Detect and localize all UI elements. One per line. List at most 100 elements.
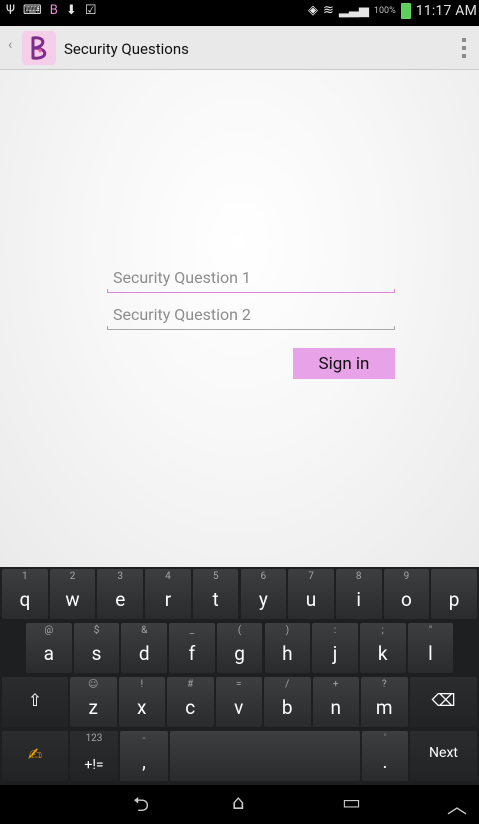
key-label: g bbox=[234, 642, 245, 665]
key-x[interactable]: ! x bbox=[118, 677, 165, 727]
main-content: Sign in bbox=[0, 70, 479, 567]
next-key[interactable]: Next bbox=[410, 731, 477, 781]
logo-b-icon bbox=[31, 36, 47, 60]
key-label: n bbox=[330, 696, 342, 719]
key-label: y bbox=[258, 588, 268, 611]
key-m[interactable]: ? m bbox=[361, 677, 408, 727]
key-hint: 3 bbox=[117, 571, 124, 582]
key-hint: " bbox=[428, 625, 433, 636]
security-question-2-input[interactable] bbox=[107, 300, 395, 328]
swype-key[interactable]: ✍ bbox=[2, 731, 68, 781]
key-e[interactable]: 3e bbox=[97, 569, 144, 619]
shift-key[interactable]: ⇧ bbox=[2, 677, 68, 727]
back-caret-icon[interactable]: ‹ bbox=[8, 37, 12, 53]
overflow-menu-icon[interactable] bbox=[461, 38, 467, 58]
key-hint: 5 bbox=[212, 571, 219, 582]
key-c[interactable]: # c bbox=[167, 677, 214, 727]
key-g[interactable]: (g bbox=[216, 623, 263, 673]
key-hint: ( bbox=[237, 625, 242, 636]
keyboard-row-3: ⇧ ⌫ ☺ z! x # c = v / b + n? m bbox=[0, 677, 479, 731]
period-key[interactable]: ' . bbox=[362, 731, 408, 781]
key-label: l bbox=[428, 642, 433, 665]
key-hint: 8 bbox=[355, 571, 362, 582]
key-hint: 7 bbox=[308, 571, 314, 582]
key-label: m bbox=[375, 696, 393, 719]
status-bar: Ψ ⌨ B ⬇ ☑ ◈ ≋ ▂▃▅ 100% 11:17 AM bbox=[0, 0, 479, 26]
action-bar: ‹ Security Questions bbox=[0, 26, 479, 70]
next-label: Next bbox=[429, 745, 458, 761]
key-label: d bbox=[138, 642, 150, 665]
backspace-icon: ⌫ bbox=[431, 691, 456, 711]
key-r[interactable]: 4r bbox=[145, 569, 191, 619]
key-hint: ; bbox=[381, 625, 384, 636]
home-icon[interactable]: ⌂ bbox=[232, 790, 245, 814]
key-n[interactable]: + n bbox=[312, 677, 359, 727]
space-key[interactable] bbox=[170, 731, 360, 781]
key-b[interactable]: / b bbox=[264, 677, 311, 727]
page-title: Security Questions bbox=[64, 40, 189, 58]
key-label: e bbox=[115, 588, 126, 611]
key-hint: + bbox=[332, 679, 339, 690]
key-y[interactable]: 6y bbox=[240, 569, 287, 619]
app-logo-icon[interactable] bbox=[22, 31, 56, 65]
key-hint: : bbox=[333, 625, 337, 636]
symbols-key[interactable]: 123 +!= bbox=[70, 731, 118, 781]
battery-percent: 100% bbox=[373, 6, 396, 16]
key-i[interactable]: 8i bbox=[335, 569, 382, 619]
key-l[interactable]: " l bbox=[407, 623, 454, 673]
key-label: x bbox=[137, 696, 147, 719]
key-label: s bbox=[91, 642, 102, 665]
key-label: a bbox=[43, 642, 55, 665]
key-label: t bbox=[212, 588, 219, 611]
key-hint: 1 bbox=[22, 571, 28, 582]
key-v[interactable]: = v bbox=[215, 677, 262, 727]
key-hint: $ bbox=[93, 625, 100, 636]
key-hint: ) bbox=[285, 625, 290, 636]
key-label: o bbox=[401, 588, 412, 611]
key-h[interactable]: ) h bbox=[264, 623, 311, 673]
battery-icon bbox=[400, 3, 411, 19]
keyboard-icon: ⌨ bbox=[23, 3, 42, 18]
status-left-icons: Ψ ⌨ B ⬇ ☑ bbox=[6, 3, 96, 19]
key-t[interactable]: 5t bbox=[192, 569, 239, 619]
key-hint: 6 bbox=[260, 571, 267, 582]
input-underline bbox=[107, 326, 395, 330]
backspace-key[interactable]: ⌫ bbox=[410, 677, 477, 727]
back-icon[interactable]: ⮌ bbox=[133, 790, 149, 824]
key-k[interactable]: ; k bbox=[359, 623, 406, 673]
key-a[interactable]: @ a bbox=[26, 623, 72, 673]
clock: 11:17 AM bbox=[415, 3, 477, 19]
key-o[interactable]: 9o bbox=[383, 569, 430, 619]
comma-key[interactable]: - , bbox=[120, 731, 168, 781]
key-u[interactable]: 7u bbox=[288, 569, 334, 619]
key-s[interactable]: $ s bbox=[73, 623, 120, 673]
security-question-2-field[interactable] bbox=[107, 300, 395, 330]
key-w[interactable]: 2w bbox=[49, 569, 96, 619]
period-hint: ' bbox=[384, 733, 386, 744]
sign-in-button[interactable]: Sign in bbox=[293, 348, 395, 379]
key-label: i bbox=[356, 588, 362, 611]
security-question-1-field[interactable] bbox=[107, 263, 395, 293]
key-hint: 4 bbox=[165, 571, 171, 582]
period-label: . bbox=[382, 750, 388, 773]
signal-icon: ▂▃▅ bbox=[338, 3, 369, 18]
key-label: h bbox=[282, 642, 293, 665]
key-q[interactable]: 1q bbox=[2, 569, 48, 619]
symbols-hint: 123 bbox=[85, 733, 103, 744]
key-p[interactable]: p bbox=[431, 569, 477, 619]
swype-icon: ✍ bbox=[27, 745, 43, 765]
key-label: p bbox=[448, 588, 460, 611]
key-label: u bbox=[305, 588, 317, 611]
chevron-up-icon[interactable]: ︿ bbox=[447, 790, 467, 819]
symbols-label: +!= bbox=[84, 757, 104, 773]
key-label: f bbox=[188, 642, 196, 665]
key-hint: = bbox=[236, 679, 242, 690]
key-hint: & bbox=[141, 625, 148, 636]
key-f[interactable]: _ f bbox=[169, 623, 215, 673]
key-z[interactable]: ☺ z bbox=[70, 677, 117, 727]
key-d[interactable]: & d bbox=[121, 623, 168, 673]
key-j[interactable]: :j bbox=[312, 623, 358, 673]
key-hint: # bbox=[187, 679, 194, 690]
recent-apps-icon[interactable]: ▭ bbox=[342, 790, 361, 814]
security-question-1-input[interactable] bbox=[107, 263, 395, 291]
